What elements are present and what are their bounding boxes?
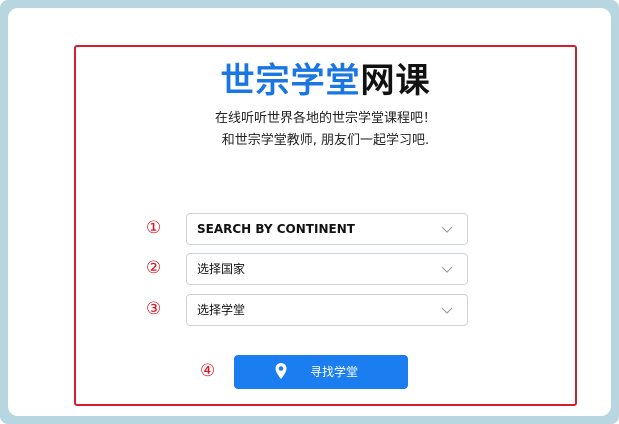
map-pin-icon bbox=[275, 363, 287, 379]
chevron-down-icon bbox=[441, 307, 453, 314]
page-title: 世宗学堂网课 bbox=[76, 61, 575, 101]
institute-select-label: 选择学堂 bbox=[197, 303, 246, 317]
continent-select-label: SEARCH BY CONTINENT bbox=[197, 222, 355, 236]
step-marker-2: ② bbox=[146, 258, 162, 278]
title-suffix: 网课 bbox=[360, 61, 431, 101]
subtitle-line-2: 和世宗学堂教师, 朋友们一起学习吧. bbox=[221, 133, 430, 148]
chevron-down-icon bbox=[441, 226, 453, 233]
step-marker-1: ① bbox=[146, 218, 162, 238]
country-select-label: 选择国家 bbox=[197, 262, 246, 276]
subtitle-line-1: 在线听听世界各地的世宗学堂课程吧！ bbox=[214, 111, 436, 126]
institute-select[interactable]: 选择学堂 bbox=[186, 294, 468, 326]
continent-select[interactable]: SEARCH BY CONTINENT bbox=[186, 213, 468, 245]
annotation-highlight-box: 世宗学堂网课 在线听听世界各地的世宗学堂课程吧！ 和世宗学堂教师, 朋友们一起学… bbox=[74, 45, 577, 406]
country-select[interactable]: 选择国家 bbox=[186, 253, 468, 285]
chevron-down-icon bbox=[441, 266, 453, 273]
find-button-label: 寻找学堂 bbox=[310, 365, 359, 379]
content-card: 世宗学堂网课 在线听听世界各地的世宗学堂课程吧！ 和世宗学堂教师, 朋友们一起学… bbox=[8, 8, 611, 416]
title-brand: 世宗学堂 bbox=[220, 61, 361, 101]
step-marker-4: ④ bbox=[200, 361, 216, 381]
outer-frame: 世宗学堂网课 在线听听世界各地的世宗学堂课程吧！ 和世宗学堂教师, 朋友们一起学… bbox=[0, 0, 619, 424]
step-marker-3: ③ bbox=[146, 299, 162, 319]
find-institute-button[interactable]: 寻找学堂 bbox=[234, 355, 408, 389]
